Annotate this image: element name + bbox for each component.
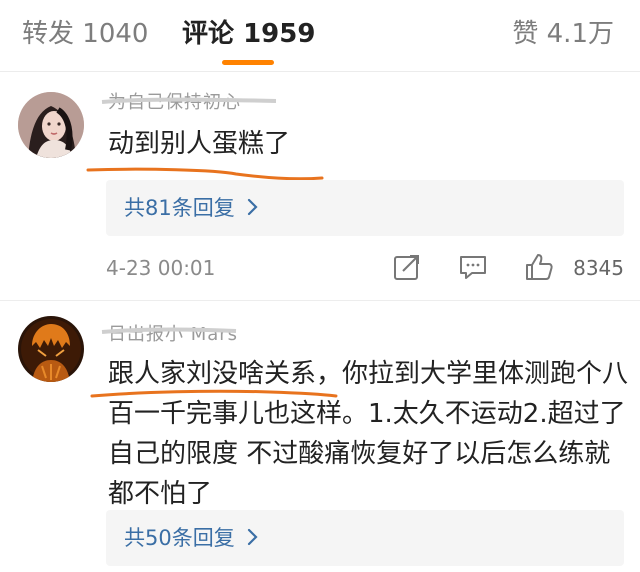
comment-divider (0, 300, 640, 301)
view-replies-link[interactable]: 共81条回复 (124, 192, 259, 225)
tab-repost-label: 转发 (22, 19, 75, 49)
share-icon[interactable] (392, 252, 422, 282)
comment-time: 4-23 00:01 (106, 256, 216, 280)
chevron-right-icon (247, 193, 259, 225)
username-obscure-mark (101, 97, 277, 104)
reply-count-label: 共81条回复 (124, 196, 235, 220)
tab-like[interactable]: 赞 4.1万 (512, 14, 614, 54)
comment-text: 动到别人蛋糕了 (108, 129, 291, 159)
comment-meta-row: 4-23 00:01 8345 (106, 248, 624, 288)
reply-summary-box[interactable]: 共50条回复 (106, 510, 624, 566)
tab-like-count: 4.1万 (546, 19, 614, 49)
reply-summary-box[interactable]: 共81条回复 (106, 180, 624, 236)
tab-like-label: 赞 (512, 19, 539, 49)
tab-comment[interactable]: 评论 1959 (182, 14, 315, 54)
like-count: 8345 (573, 256, 624, 280)
tab-comment-count: 1959 (243, 19, 316, 49)
reply-count-label: 共50条回复 (124, 526, 235, 550)
username-obscure-mark (101, 327, 237, 334)
thumbs-up-icon[interactable] (524, 252, 554, 282)
active-tab-indicator (222, 60, 274, 65)
comment-icon[interactable] (458, 252, 488, 282)
view-replies-link[interactable]: 共50条回复 (124, 522, 259, 555)
tab-repost-count: 1040 (82, 19, 149, 49)
avatar[interactable] (18, 316, 84, 382)
avatar-photo-icon (18, 92, 84, 158)
tab-repost[interactable]: 转发 1040 (22, 14, 148, 54)
avatar[interactable] (18, 92, 84, 158)
avatar-illustration-icon (18, 316, 84, 382)
chevron-right-icon (247, 523, 259, 555)
highlight-underline (90, 389, 338, 398)
comment-text: 跟人家刘没啥关系，你拉到大学里体测跑个八百一千完事儿也这样。1.太久不运动2.超… (108, 359, 629, 509)
comment-tab-bar: 转发 1040 评论 1959 赞 4.1万 (0, 0, 640, 72)
tab-comment-label: 评论 (182, 19, 235, 49)
